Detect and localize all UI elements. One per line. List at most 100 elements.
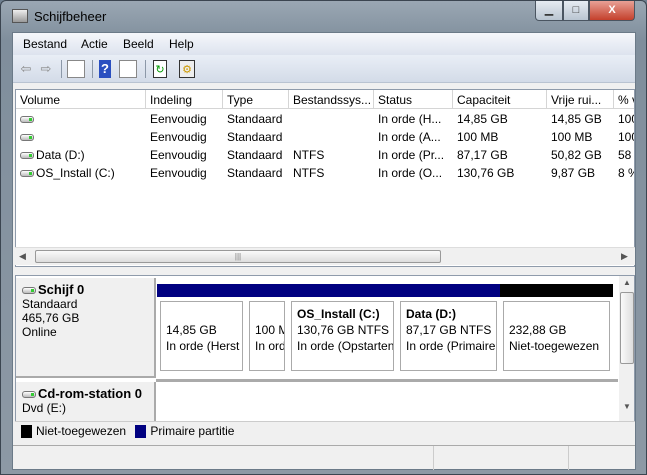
partition-block[interactable]: 14,85 GB In orde (Herst bbox=[157, 284, 246, 374]
cell-text: 58 bbox=[618, 148, 632, 162]
cell-text: 9,87 GB bbox=[551, 166, 596, 180]
table-cell: 87,17 GB bbox=[453, 146, 547, 164]
menu-actie[interactable]: Actie bbox=[81, 37, 108, 51]
scroll-right-icon[interactable]: ▶ bbox=[621, 251, 628, 262]
table-cell: Data (D:) bbox=[16, 146, 146, 164]
cell-text: 14,85 GB bbox=[457, 112, 508, 126]
disk-0-label[interactable]: Schijf 0 Standaard 465,76 GB Online bbox=[16, 278, 156, 378]
partition-line1: 100 MB bbox=[255, 323, 284, 337]
help-icon[interactable]: ? bbox=[99, 60, 111, 78]
volume-icon bbox=[20, 170, 34, 178]
table-cell: In orde (H... bbox=[374, 110, 453, 128]
scroll-down-icon[interactable]: ▼ bbox=[623, 402, 631, 411]
column-header[interactable]: Type bbox=[223, 90, 289, 109]
column-header[interactable]: Vrije rui... bbox=[547, 90, 614, 109]
partition-line1: 87,17 GB NTFS bbox=[406, 323, 492, 337]
disk-state: Online bbox=[22, 325, 57, 339]
table-cell: Eenvoudig bbox=[146, 128, 223, 146]
cell-text: In orde (O... bbox=[378, 166, 443, 180]
legend-swatch-unallocated bbox=[21, 425, 32, 439]
table-row[interactable]: Eenvoudig Standaard In orde (A... 100 MB 100… bbox=[16, 128, 634, 146]
partition-info: Data (D:) 87,17 GB NTFS In orde (Primaire bbox=[400, 301, 497, 371]
partition-block[interactable]: Data (D:) 87,17 GB NTFS In orde (Primaire bbox=[397, 284, 500, 374]
horizontal-scrollbar[interactable]: ◀ ||| ▶ bbox=[15, 247, 635, 265]
scroll-left-icon[interactable]: ◀ bbox=[19, 251, 26, 262]
partition-line2: Niet-toegewezen bbox=[509, 339, 600, 353]
scroll-up-icon[interactable]: ▲ bbox=[623, 278, 631, 287]
cell-text: Standaard bbox=[227, 112, 283, 126]
cell-text: 87,17 GB bbox=[457, 148, 508, 162]
menu-help[interactable]: Help bbox=[169, 37, 194, 51]
table-cell: 130,76 GB bbox=[453, 164, 547, 182]
partition-info: 232,88 GB Niet-toegewezen bbox=[503, 301, 610, 371]
partition-block[interactable]: 100 MB In orde bbox=[246, 284, 288, 374]
scroll-thumb[interactable] bbox=[620, 292, 634, 364]
table-row[interactable]: Data (D:) Eenvoudig Standaard NTFS In orde (… bbox=[16, 146, 634, 164]
table-cell: Standaard bbox=[223, 146, 289, 164]
cdrom-icon bbox=[22, 391, 36, 399]
maximize-button[interactable]: □ bbox=[563, 1, 589, 21]
table-cell: 9,87 GB bbox=[547, 164, 614, 182]
cell-text: Standaard bbox=[227, 148, 283, 162]
partition-line2: In orde (Opstarten bbox=[297, 339, 394, 353]
cell-text: 100 bbox=[618, 112, 634, 126]
column-header[interactable]: % v bbox=[614, 90, 634, 109]
cell-text: Eenvoudig bbox=[150, 130, 207, 144]
toolbar: ⇦ ⇨ ? ↻ ⚙ bbox=[13, 55, 635, 83]
table-cell: 14,85 GB bbox=[547, 110, 614, 128]
close-button[interactable]: X bbox=[589, 1, 635, 21]
partition-line2: In orde (Primaire bbox=[406, 339, 496, 353]
scroll-thumb[interactable]: ||| bbox=[35, 250, 441, 263]
properties-icon[interactable]: ⚙ bbox=[179, 60, 195, 78]
table-cell: In orde (O... bbox=[374, 164, 453, 182]
partition-line1: 232,88 GB bbox=[509, 323, 567, 337]
column-header[interactable]: Volume bbox=[16, 90, 146, 109]
table-cell bbox=[16, 110, 146, 128]
cell-text: In orde (A... bbox=[378, 130, 441, 144]
disk-icon bbox=[22, 287, 36, 295]
cell-text: OS_Install (C:) bbox=[36, 166, 115, 180]
partition-line1: 130,76 GB NTFS bbox=[297, 323, 390, 337]
partition-info: OS_Install (C:) 130,76 GB NTFS In orde (Op… bbox=[291, 301, 394, 371]
status-divider bbox=[433, 446, 434, 470]
partition-type-bar bbox=[288, 284, 397, 297]
table-cell: Eenvoudig bbox=[146, 146, 223, 164]
action-pane-icon[interactable] bbox=[119, 60, 137, 78]
partition-block[interactable]: 232,88 GB Niet-toegewezen bbox=[500, 284, 613, 374]
partition-line2: In orde bbox=[255, 339, 284, 353]
table-row[interactable]: OS_Install (C:) Eenvoudig Standaard NTFS In … bbox=[16, 164, 634, 182]
column-header[interactable]: Capaciteit bbox=[453, 90, 547, 109]
cell-text: Standaard bbox=[227, 130, 283, 144]
cell-text: 50,82 GB bbox=[551, 148, 602, 162]
back-icon[interactable]: ⇦ bbox=[17, 60, 35, 78]
table-cell: Eenvoudig bbox=[146, 110, 223, 128]
menu-beeld[interactable]: Beeld bbox=[123, 37, 154, 51]
partition-block[interactable]: OS_Install (C:) 130,76 GB NTFS In orde (Op… bbox=[288, 284, 397, 374]
disk-graph-pane: Schijf 0 Standaard 465,76 GB Online 14,8… bbox=[15, 275, 635, 441]
toolbar-separator bbox=[92, 60, 93, 78]
disk-size: 465,76 GB bbox=[22, 311, 80, 325]
column-header[interactable]: Indeling bbox=[146, 90, 223, 109]
cell-text: 100 bbox=[618, 130, 634, 144]
column-header[interactable]: Bestandssys... bbox=[289, 90, 374, 109]
vertical-scrollbar[interactable]: ▲ ▼ bbox=[619, 276, 634, 440]
cell-text: NTFS bbox=[293, 166, 325, 180]
forward-icon[interactable]: ⇨ bbox=[37, 60, 55, 78]
cell-text: Eenvoudig bbox=[150, 112, 207, 126]
partition-title bbox=[509, 306, 604, 322]
refresh-icon[interactable]: ↻ bbox=[153, 60, 167, 78]
partition-line1: 14,85 GB bbox=[166, 323, 217, 337]
show-hide-tree-icon[interactable] bbox=[67, 60, 85, 78]
table-row[interactable]: Eenvoudig Standaard In orde (H... 14,85 GB 1… bbox=[16, 110, 634, 128]
partition-info: 100 MB In orde bbox=[249, 301, 285, 371]
status-divider bbox=[568, 446, 569, 470]
toolbar-separator bbox=[145, 60, 146, 78]
disk-name: Schijf 0 bbox=[38, 282, 85, 297]
column-header[interactable]: Status bbox=[374, 90, 453, 109]
minimize-button[interactable]: ▁ bbox=[535, 1, 563, 21]
partition-type-bar bbox=[246, 284, 288, 297]
cell-text: 100 MB bbox=[551, 130, 593, 144]
partition-title: Data (D:) bbox=[406, 307, 456, 321]
cell-text: Eenvoudig bbox=[150, 148, 207, 162]
menu-bestand[interactable]: Bestand bbox=[23, 37, 67, 51]
